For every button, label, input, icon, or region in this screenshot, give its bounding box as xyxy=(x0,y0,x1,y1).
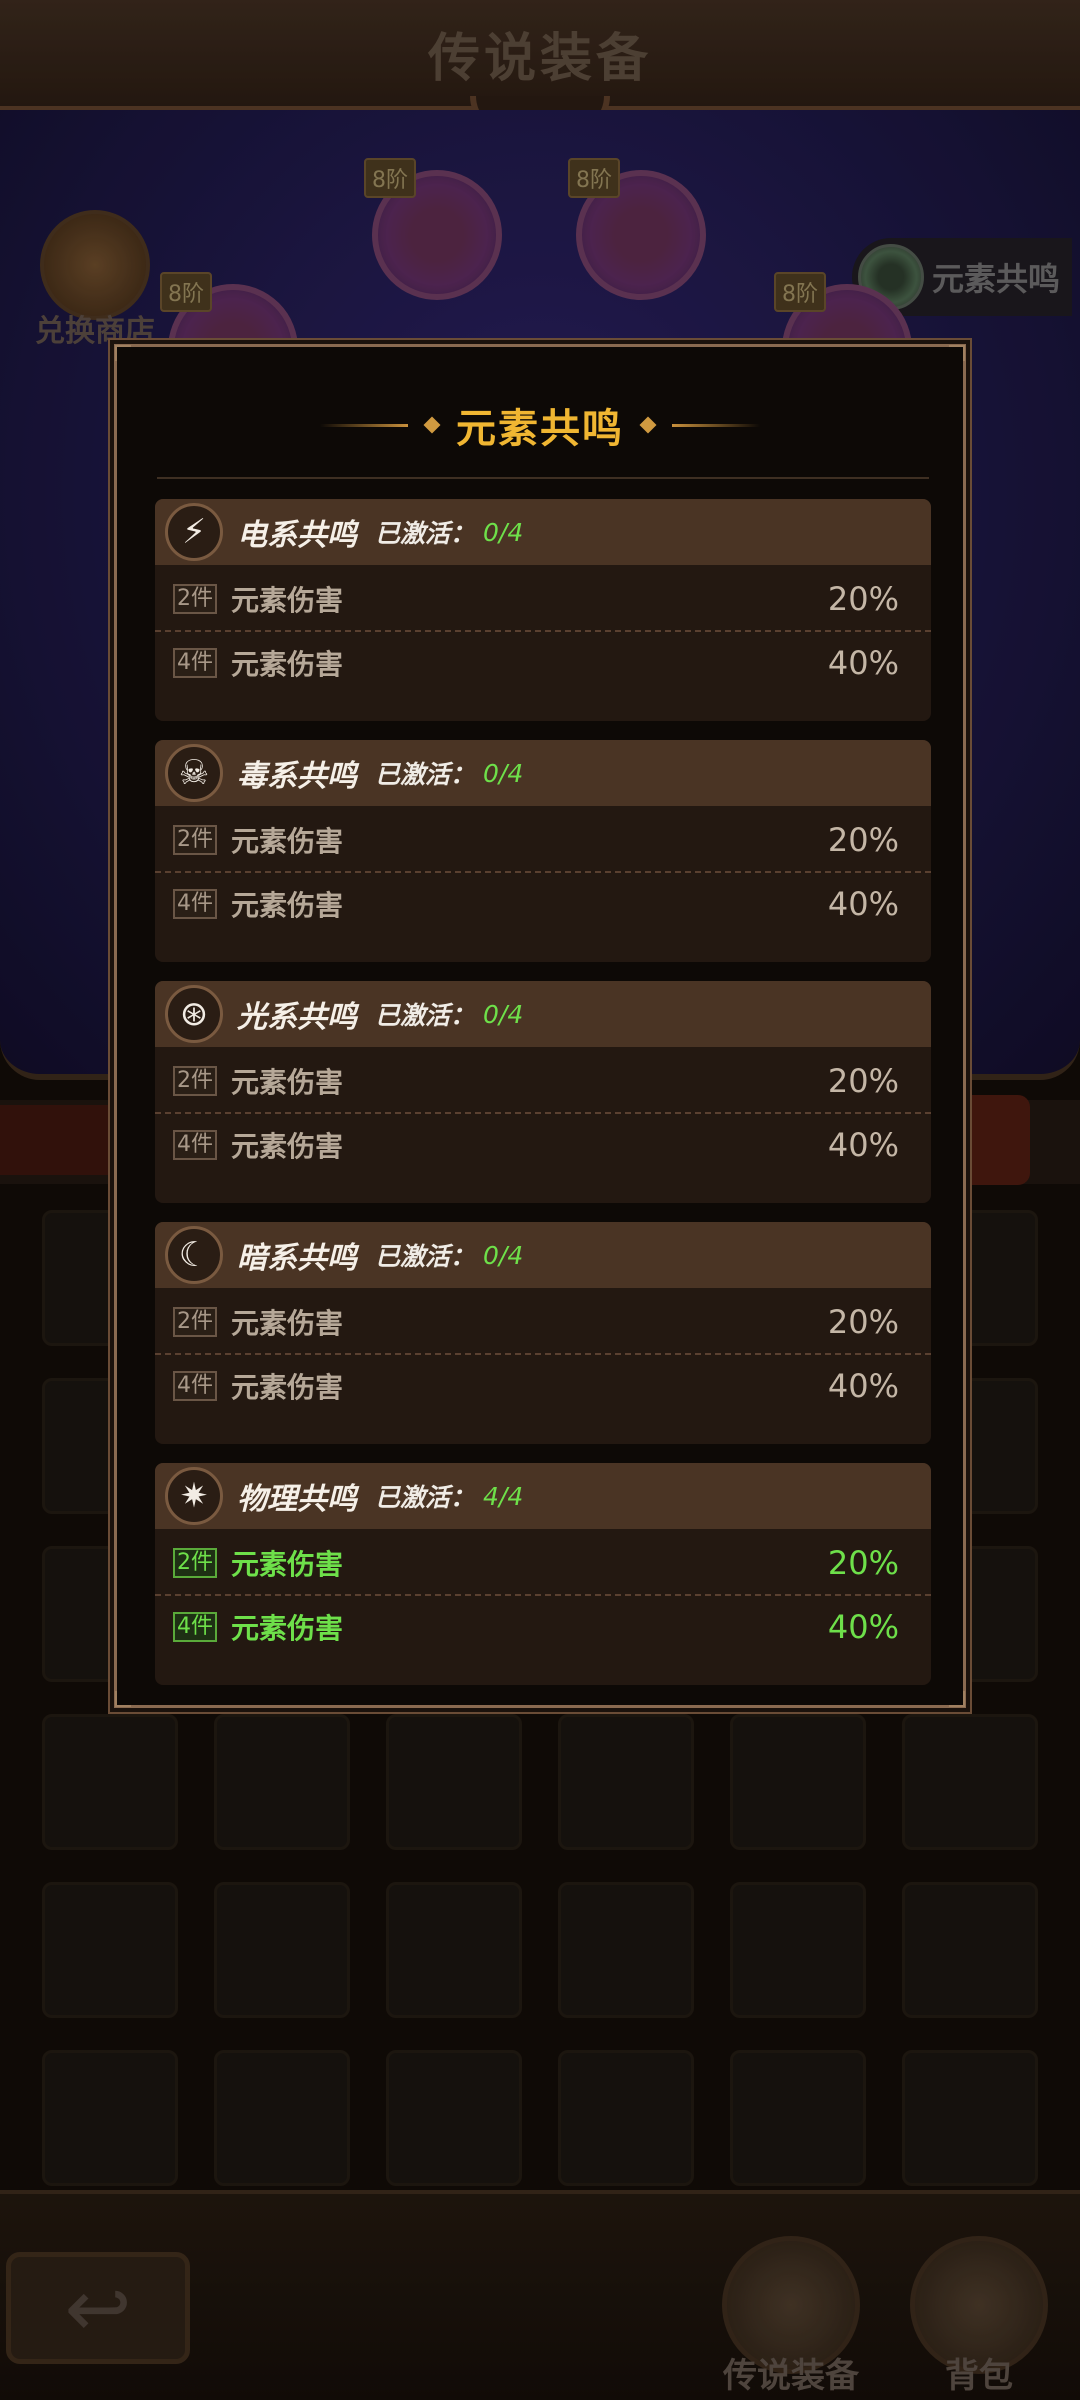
resonance-card-header: ⚡ 电系共鸣 已激活： 0/4 xyxy=(155,499,931,565)
activated-count: 0/4 xyxy=(483,999,524,1029)
piece-count-badge: 2件 xyxy=(173,1548,217,1578)
resonance-bonus-row: 2件 元素伤害 20% xyxy=(155,567,931,632)
corner-ornament xyxy=(949,345,965,361)
resonance-bonus-row: 4件 元素伤害 40% xyxy=(155,872,931,936)
resonance-bonus-row: 4件 元素伤害 40% xyxy=(155,1113,931,1177)
resonance-bonus-row: 4件 元素伤害 40% xyxy=(155,1354,931,1418)
resonance-bonus-row: 2件 元素伤害 20% xyxy=(155,1290,931,1355)
activated-label: 已激活： xyxy=(375,760,476,789)
bonus-value: 20% xyxy=(827,821,899,859)
corner-ornament xyxy=(115,1691,131,1707)
bonus-value: 40% xyxy=(827,1608,899,1646)
skull-icon: ☠ xyxy=(165,744,223,802)
activated-label: 已激活： xyxy=(375,1001,476,1030)
title-line-left xyxy=(320,423,408,427)
resonance-card: ⊛ 光系共鸣 已激活： 0/4 2件 元素伤害 20% 4件 元素伤害 40% xyxy=(155,981,931,1203)
piece-count-badge: 4件 xyxy=(173,1130,217,1160)
bonus-label: 元素伤害 xyxy=(231,584,344,617)
bonus-value: 20% xyxy=(827,1544,899,1582)
activated-count: 4/4 xyxy=(483,1481,524,1511)
activated-count: 0/4 xyxy=(483,1240,524,1270)
activated-label: 已激活： xyxy=(375,1483,476,1512)
resonance-bonus-row: 2件 元素伤害 20% xyxy=(155,808,931,873)
resonance-card-header: ☠ 毒系共鸣 已激活： 0/4 xyxy=(155,740,931,806)
title-divider xyxy=(157,477,929,479)
piece-count-badge: 4件 xyxy=(173,648,217,678)
corner-ornament xyxy=(115,345,131,361)
resonance-name: 电系共鸣 xyxy=(237,518,357,553)
lightning-icon: ⚡ xyxy=(165,503,223,561)
resonance-name: 暗系共鸣 xyxy=(237,1241,357,1276)
resonance-card-header: ✷ 物理共鸣 已激活： 4/4 xyxy=(155,1463,931,1529)
bonus-value: 40% xyxy=(827,644,899,682)
resonance-bonus-row: 2件 元素伤害 20% xyxy=(155,1049,931,1114)
piece-count-badge: 4件 xyxy=(173,1612,217,1642)
resonance-bonus-row: 4件 元素伤害 40% xyxy=(155,1595,931,1659)
diamond-icon xyxy=(639,416,657,434)
bonus-label: 元素伤害 xyxy=(231,825,344,858)
piece-count-badge: 4件 xyxy=(173,889,217,919)
bonus-label: 元素伤害 xyxy=(231,648,344,681)
resonance-card-header: ⊛ 光系共鸣 已激活： 0/4 xyxy=(155,981,931,1047)
bonus-value: 40% xyxy=(827,885,899,923)
activated-count: 0/4 xyxy=(483,758,524,788)
corner-ornament xyxy=(949,1691,965,1707)
bonus-label: 元素伤害 xyxy=(231,1612,344,1645)
dialog-title-row: 元素共鸣 xyxy=(117,395,963,455)
resonance-card: ✷ 物理共鸣 已激活： 4/4 2件 元素伤害 20% 4件 元素伤害 40% xyxy=(155,1463,931,1685)
physical-star-icon: ✷ xyxy=(165,1467,223,1525)
resonance-name: 毒系共鸣 xyxy=(237,759,357,794)
bonus-label: 元素伤害 xyxy=(231,1130,344,1163)
piece-count-badge: 2件 xyxy=(173,825,217,855)
resonance-card: ☾ 暗系共鸣 已激活： 0/4 2件 元素伤害 20% 4件 元素伤害 40% xyxy=(155,1222,931,1444)
resonance-name: 光系共鸣 xyxy=(237,1000,357,1035)
activated-count: 0/4 xyxy=(483,517,524,547)
bonus-value: 20% xyxy=(827,1303,899,1341)
resonance-name: 物理共鸣 xyxy=(237,1482,357,1517)
dialog-title: 元素共鸣 xyxy=(456,406,624,452)
diamond-icon xyxy=(423,416,441,434)
bonus-value: 40% xyxy=(827,1126,899,1164)
bonus-label: 元素伤害 xyxy=(231,889,344,922)
title-line-right xyxy=(672,423,760,427)
resonance-card: ☠ 毒系共鸣 已激活： 0/4 2件 元素伤害 20% 4件 元素伤害 40% xyxy=(155,740,931,962)
bonus-label: 元素伤害 xyxy=(231,1307,344,1340)
piece-count-badge: 2件 xyxy=(173,584,217,614)
resonance-bonus-row: 2件 元素伤害 20% xyxy=(155,1531,931,1596)
bonus-label: 元素伤害 xyxy=(231,1548,344,1581)
dark-moon-icon: ☾ xyxy=(165,1226,223,1284)
resonance-card: ⚡ 电系共鸣 已激活： 0/4 2件 元素伤害 20% 4件 元素伤害 40% xyxy=(155,499,931,721)
resonance-card-header: ☾ 暗系共鸣 已激活： 0/4 xyxy=(155,1222,931,1288)
piece-count-badge: 4件 xyxy=(173,1371,217,1401)
resonance-bonus-row: 4件 元素伤害 40% xyxy=(155,631,931,695)
element-resonance-dialog: 元素共鸣 ⚡ 电系共鸣 已激活： 0/4 2件 元素伤害 20% 4件 元素伤害 40% ☠ 毒系共鸣… xyxy=(114,344,966,1708)
bonus-value: 40% xyxy=(827,1367,899,1405)
bonus-value: 20% xyxy=(827,1062,899,1100)
activated-label: 已激活： xyxy=(375,519,476,548)
piece-count-badge: 2件 xyxy=(173,1066,217,1096)
piece-count-badge: 2件 xyxy=(173,1307,217,1337)
bonus-label: 元素伤害 xyxy=(231,1066,344,1099)
bonus-label: 元素伤害 xyxy=(231,1371,344,1404)
activated-label: 已激活： xyxy=(375,1242,476,1271)
light-compass-icon: ⊛ xyxy=(165,985,223,1043)
bonus-value: 20% xyxy=(827,580,899,618)
